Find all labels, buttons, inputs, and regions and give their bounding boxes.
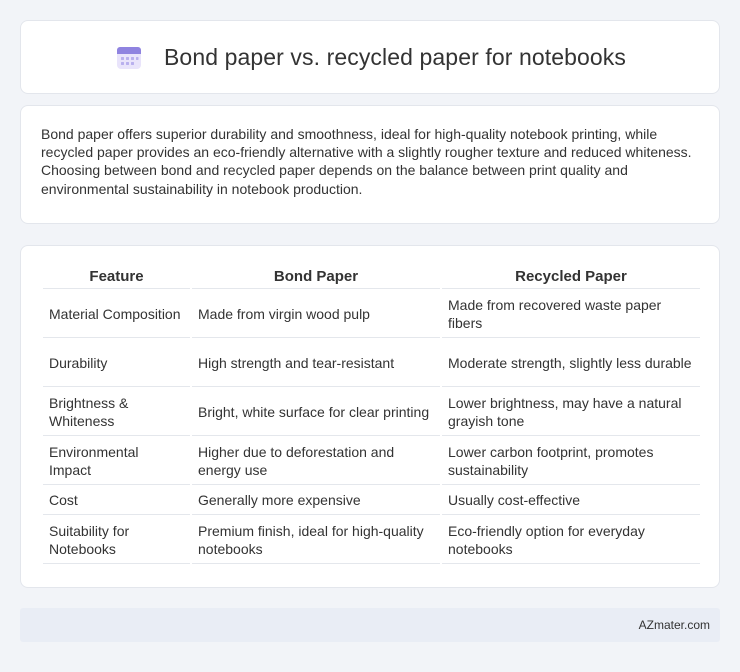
column-header-recycled-paper: Recycled Paper	[442, 264, 700, 289]
table-cell: Lower brightness, may have a natural gra…	[442, 387, 700, 436]
table-cell: Lower carbon footprint, promotes sustain…	[442, 436, 700, 485]
table-row: Brightness & Whiteness Bright, white sur…	[43, 387, 700, 436]
table-cell: Made from recovered waste paper fibers	[442, 289, 700, 338]
table-cell: High strength and tear-resistant	[192, 338, 440, 387]
table-cell: Environmental Impact	[43, 436, 190, 485]
table-header-row: Feature Bond Paper Recycled Paper	[43, 264, 700, 289]
table-row: Cost Generally more expensive Usually co…	[43, 485, 700, 515]
table-cell: Usually cost-effective	[442, 485, 700, 515]
comparison-table-card: Feature Bond Paper Recycled Paper Materi…	[20, 245, 720, 588]
column-header-bond-paper: Bond Paper	[192, 264, 440, 289]
table-cell: Generally more expensive	[192, 485, 440, 515]
footer-brand: AZmater.com	[638, 618, 710, 632]
table-cell: Made from virgin wood pulp	[192, 289, 440, 338]
table-cell: Material Composition	[43, 289, 190, 338]
intro-text: Bond paper offers superior durability an…	[41, 126, 692, 197]
table-row: Suitability for Notebooks Premium finish…	[43, 515, 700, 564]
table-row: Environmental Impact Higher due to defor…	[43, 436, 700, 485]
column-header-feature: Feature	[43, 264, 190, 289]
footer: AZmater.com	[20, 608, 720, 642]
table-cell: Cost	[43, 485, 190, 515]
table-cell: Durability	[43, 338, 190, 387]
page-title: Bond paper vs. recycled paper for notebo…	[163, 43, 627, 70]
table-cell: Eco-friendly option for everyday noteboo…	[442, 515, 700, 564]
table-row: Material Composition Made from virgin wo…	[43, 289, 700, 338]
table-cell: Suitability for Notebooks	[43, 515, 190, 564]
comparison-table: Feature Bond Paper Recycled Paper Materi…	[41, 264, 702, 564]
title-card: Bond paper vs. recycled paper for notebo…	[20, 20, 720, 94]
table-cell: Bright, white surface for clear printing	[192, 387, 440, 436]
intro-card: Bond paper offers superior durability an…	[20, 105, 720, 224]
table-row: Durability High strength and tear-resist…	[43, 338, 700, 387]
table-cell: Premium finish, ideal for high-quality n…	[192, 515, 440, 564]
calendar-icon	[116, 47, 141, 69]
table-cell: Brightness & Whiteness	[43, 387, 190, 436]
table-cell: Higher due to deforestation and energy u…	[192, 436, 440, 485]
table-cell: Moderate strength, slightly less durable	[442, 338, 700, 387]
